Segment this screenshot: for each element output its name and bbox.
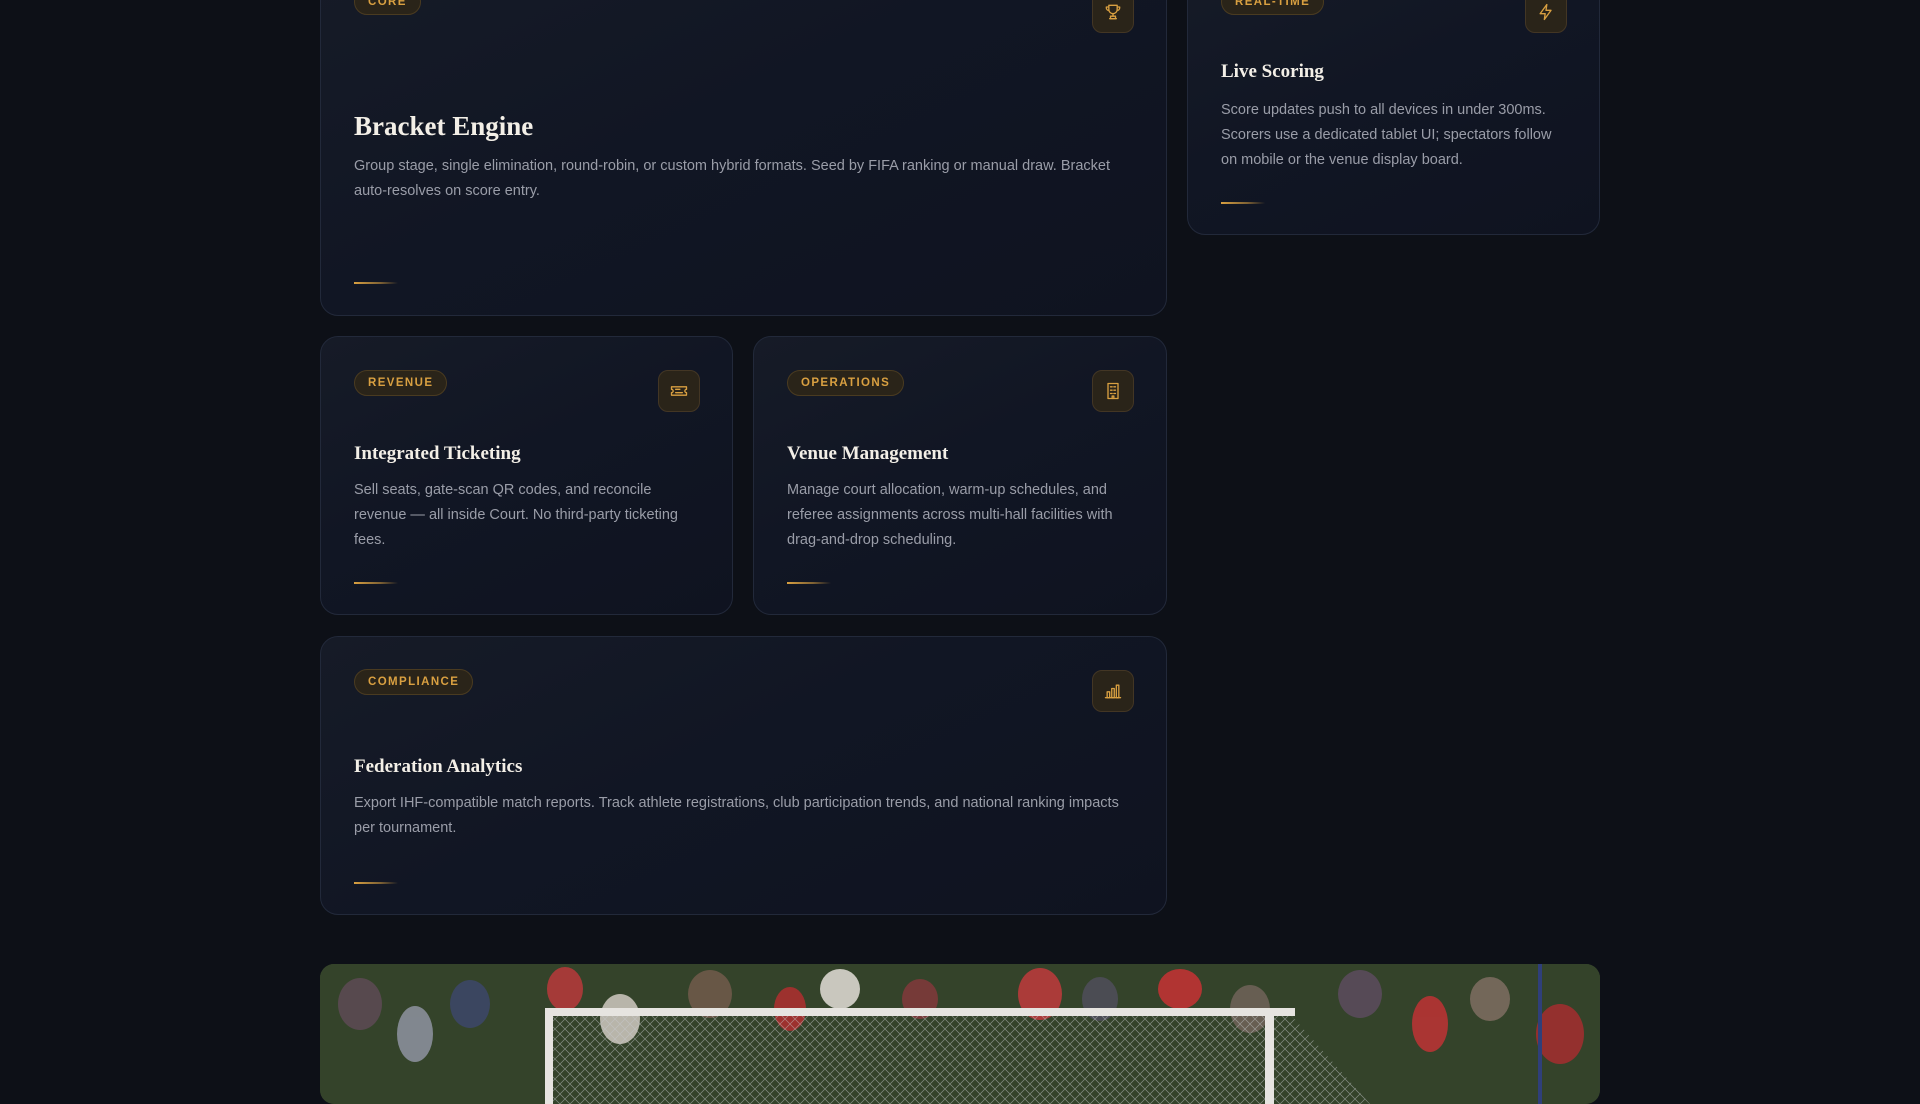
category-badge: COMPLIANCE xyxy=(354,669,474,695)
accent-divider xyxy=(354,882,398,884)
accent-divider xyxy=(1221,202,1265,204)
accent-divider xyxy=(354,582,398,584)
card-title: Bracket Engine xyxy=(354,111,534,141)
venue-photo-illustration xyxy=(320,964,1600,1104)
category-badge: CORE xyxy=(354,0,421,15)
feature-card-live-scoring: REAL-TIME Live Scoring Score updates pus… xyxy=(1187,0,1600,235)
ticket-icon xyxy=(658,370,700,412)
card-description: Manage court allocation, warm-up schedul… xyxy=(787,482,1113,548)
card-description: Sell seats, gate-scan QR codes, and reco… xyxy=(354,482,678,548)
feature-card-federation-analytics: COMPLIANCE Federation Analytics Export I… xyxy=(320,636,1167,915)
feature-card-bracket-engine: CORE Bracket Engine Group stage, single … xyxy=(320,0,1167,316)
accent-divider xyxy=(354,282,398,284)
bar-chart-icon xyxy=(1092,670,1134,712)
feature-card-integrated-ticketing: REVENUE Integrated Ticketing Sell seats,… xyxy=(320,336,733,615)
trophy-icon xyxy=(1092,0,1134,33)
category-badge: REAL-TIME xyxy=(1221,0,1325,15)
card-title: Live Scoring xyxy=(1221,61,1324,82)
accent-divider xyxy=(787,582,831,584)
card-description: Score updates push to all devices in und… xyxy=(1221,102,1552,168)
category-badge: REVENUE xyxy=(354,370,448,396)
category-badge: OPERATIONS xyxy=(787,370,905,396)
lightning-icon xyxy=(1525,0,1567,33)
card-title: Venue Management xyxy=(787,443,949,464)
card-title: Federation Analytics xyxy=(354,756,523,777)
card-description: Export IHF-compatible match reports. Tra… xyxy=(354,795,1119,836)
building-icon xyxy=(1092,370,1134,412)
venue-photo xyxy=(320,964,1600,1104)
card-title: Integrated Ticketing xyxy=(354,443,521,464)
card-description: Group stage, single elimination, round-r… xyxy=(354,158,1110,199)
feature-card-venue-management: OPERATIONS Venue Management Manage court… xyxy=(753,336,1167,615)
